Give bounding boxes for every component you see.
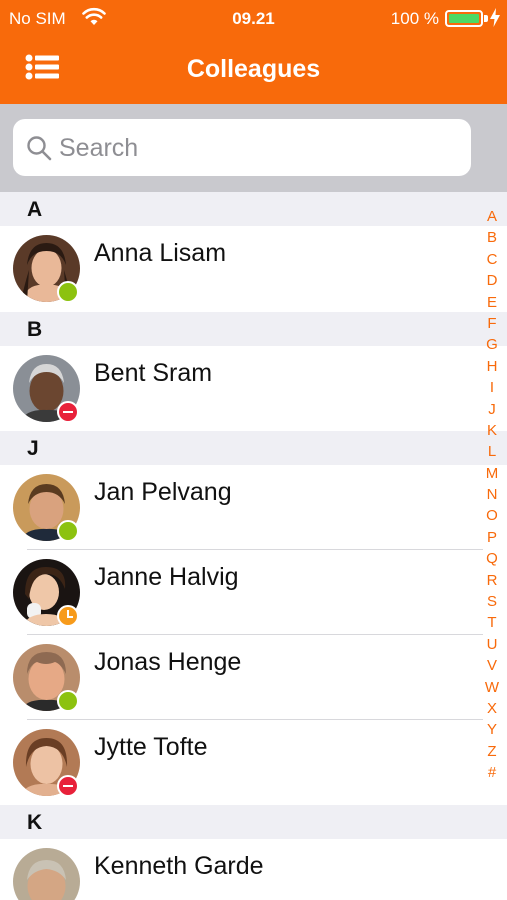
- section-header-k: K: [0, 805, 507, 839]
- index-letter[interactable]: S: [484, 591, 500, 612]
- contact-row[interactable]: Jonas Henge: [0, 635, 507, 720]
- index-letter[interactable]: X: [484, 698, 500, 719]
- contact-row[interactable]: Anna Lisam: [0, 226, 507, 312]
- search-icon: [27, 136, 52, 161]
- contact-name: Bent Sram: [94, 359, 213, 387]
- index-letter[interactable]: G: [484, 334, 500, 355]
- index-letter[interactable]: M: [484, 463, 500, 484]
- search-input[interactable]: [59, 127, 459, 169]
- contact-row[interactable]: Jan Pelvang: [0, 465, 507, 550]
- index-letter[interactable]: H: [484, 356, 500, 377]
- search-bar-container: [0, 104, 507, 192]
- status-busy-badge: [57, 775, 79, 797]
- index-letter[interactable]: #: [484, 762, 500, 783]
- index-letter[interactable]: P: [484, 527, 500, 548]
- index-letter[interactable]: Y: [484, 719, 500, 740]
- index-letter[interactable]: T: [484, 612, 500, 633]
- section-header-b: B: [0, 312, 507, 346]
- avatar: [13, 848, 80, 900]
- status-busy-badge: [57, 401, 79, 423]
- index-letter[interactable]: B: [484, 227, 500, 248]
- page-title: Colleagues: [186, 55, 321, 83]
- index-letter[interactable]: A: [484, 206, 500, 227]
- charging-bolt-icon: [490, 8, 500, 27]
- section-index-bar[interactable]: A B C D E F G H I J K L M N O P Q R S T …: [484, 206, 500, 784]
- status-available-badge: [57, 520, 79, 542]
- index-letter[interactable]: W: [484, 677, 500, 698]
- status-available-badge: [57, 690, 79, 712]
- status-available-badge: [57, 281, 79, 303]
- index-letter[interactable]: Z: [484, 741, 500, 762]
- index-letter[interactable]: N: [484, 484, 500, 505]
- list-menu-icon[interactable]: [24, 52, 60, 82]
- contact-row[interactable]: Bent Sram: [0, 346, 507, 431]
- contact-name: Jan Pelvang: [94, 478, 232, 506]
- index-letter[interactable]: E: [484, 292, 500, 313]
- index-letter[interactable]: R: [484, 570, 500, 591]
- status-bar: No SIM 09.21 100 %: [0, 0, 507, 36]
- contact-row[interactable]: Jytte Tofte: [0, 720, 507, 805]
- battery-percentage: 100 %: [390, 9, 439, 28]
- contact-row[interactable]: Kenneth Garde: [0, 839, 507, 900]
- section-header-a: A: [0, 192, 507, 226]
- nav-bar: Colleagues: [0, 36, 507, 104]
- status-away-badge: [57, 605, 79, 627]
- index-letter[interactable]: I: [484, 377, 500, 398]
- index-letter[interactable]: L: [484, 441, 500, 462]
- index-letter[interactable]: V: [484, 655, 500, 676]
- contacts-list[interactable]: A Anna Lisam B Bent Sram J Jan Pelvang J…: [0, 192, 507, 900]
- contact-name: Jytte Tofte: [94, 733, 208, 761]
- section-header-j: J: [0, 431, 507, 465]
- contact-name: Jonas Henge: [94, 648, 242, 676]
- index-letter[interactable]: O: [484, 505, 500, 526]
- contact-name: Janne Halvig: [94, 563, 239, 591]
- contact-name: Anna Lisam: [94, 239, 227, 267]
- index-letter[interactable]: U: [484, 634, 500, 655]
- contact-name: Kenneth Garde: [94, 852, 264, 880]
- index-letter[interactable]: D: [484, 270, 500, 291]
- battery-icon: [445, 10, 483, 27]
- search-box[interactable]: [13, 119, 471, 176]
- battery-tip: [484, 15, 488, 22]
- index-letter[interactable]: J: [484, 399, 500, 420]
- contact-row[interactable]: Janne Halvig: [0, 550, 507, 635]
- index-letter[interactable]: C: [484, 249, 500, 270]
- index-letter[interactable]: Q: [484, 548, 500, 569]
- index-letter[interactable]: K: [484, 420, 500, 441]
- index-letter[interactable]: F: [484, 313, 500, 334]
